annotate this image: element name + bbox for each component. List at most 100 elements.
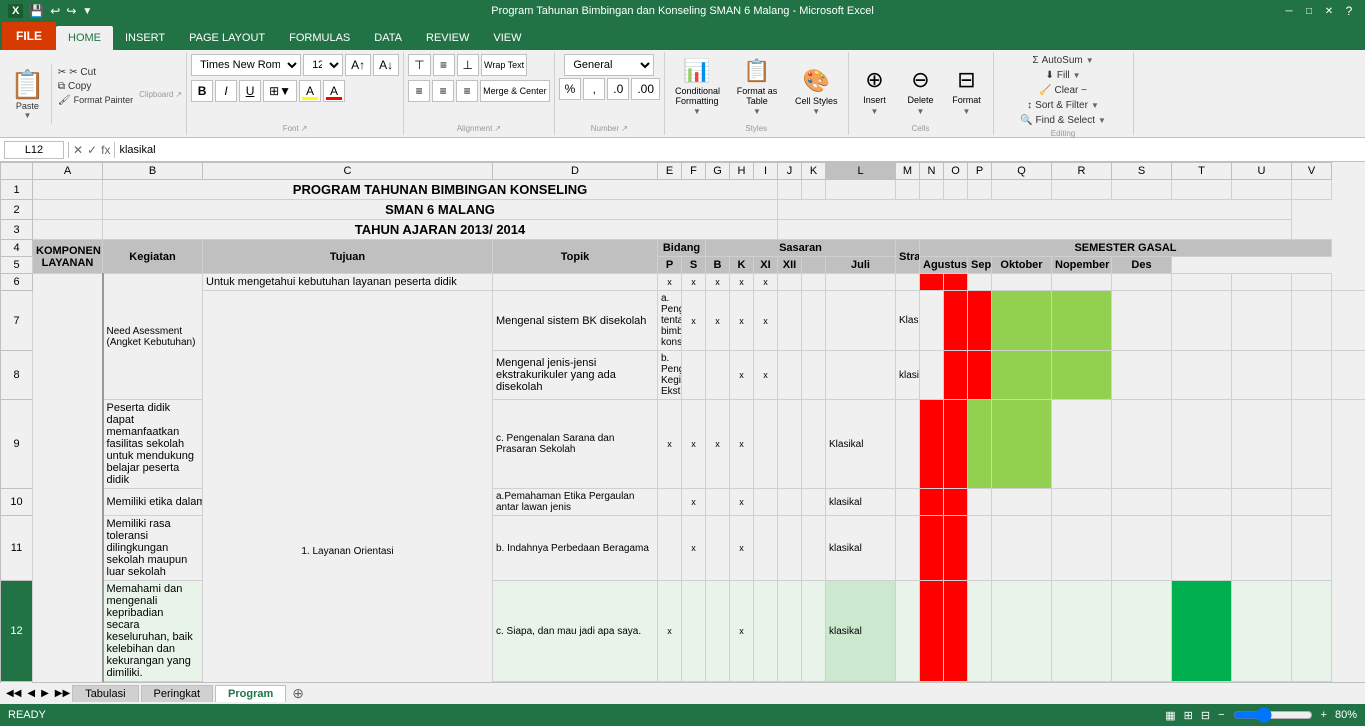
cell-R12[interactable] bbox=[1052, 581, 1112, 682]
merge-center-button[interactable]: Merge & Center bbox=[480, 80, 550, 102]
cell-V6[interactable] bbox=[1292, 274, 1332, 291]
cell-L7[interactable]: Klasikal bbox=[896, 291, 920, 351]
cell-C9[interactable]: Peserta didik dapat memanfaatkan fasilit… bbox=[103, 400, 203, 489]
col-V[interactable]: V bbox=[1292, 163, 1332, 180]
cell-B2[interactable]: SMAN 6 MALANG bbox=[103, 200, 778, 220]
italic-button[interactable]: I bbox=[215, 80, 237, 102]
row-header-10[interactable]: 10 bbox=[1, 489, 33, 516]
cell-B7-layanan[interactable]: 1. Layanan Orientasi bbox=[203, 291, 493, 687]
row-header-9[interactable]: 9 bbox=[1, 400, 33, 489]
cell-B3[interactable]: TAHUN AJARAN 2013/ 2014 bbox=[103, 220, 778, 240]
cell-K5[interactable] bbox=[802, 257, 826, 274]
cell-O1[interactable] bbox=[944, 180, 968, 200]
wrap-text-button[interactable]: Wrap Text bbox=[481, 54, 527, 76]
cell-M8[interactable] bbox=[920, 351, 944, 400]
cell-C11[interactable]: Memiliki rasa toleransi dilingkungan sek… bbox=[103, 516, 203, 581]
cell-B4[interactable]: Kegiatan bbox=[103, 240, 203, 274]
cell-O11[interactable] bbox=[944, 516, 968, 581]
cell-R9[interactable] bbox=[1052, 400, 1112, 489]
quick-access-save[interactable]: 💾 bbox=[29, 4, 44, 18]
grid-container[interactable]: A B C D E F G H I J K L M N O P Q R S T bbox=[0, 162, 1365, 686]
cell-G12[interactable] bbox=[706, 581, 730, 682]
cell-V12[interactable] bbox=[1292, 581, 1332, 682]
col-K[interactable]: K bbox=[802, 163, 826, 180]
cell-A6[interactable] bbox=[33, 274, 103, 687]
cell-H5[interactable]: K bbox=[730, 257, 754, 274]
page-break-view-icon[interactable]: ⊟ bbox=[1201, 709, 1210, 722]
cell-J7[interactable] bbox=[802, 291, 826, 351]
cell-K10[interactable] bbox=[802, 489, 826, 516]
cell-K12[interactable] bbox=[802, 581, 826, 682]
cell-N5[interactable]: Agustus bbox=[920, 257, 968, 274]
number-format-select[interactable]: General bbox=[564, 54, 654, 76]
view-tab[interactable]: VIEW bbox=[481, 26, 533, 50]
cell-P11[interactable] bbox=[968, 516, 992, 581]
align-middle-button[interactable]: ≡ bbox=[433, 54, 455, 76]
col-R[interactable]: R bbox=[1052, 163, 1112, 180]
cell-E12[interactable]: x bbox=[658, 581, 682, 682]
cell-H11[interactable]: x bbox=[730, 516, 754, 581]
cell-D12[interactable]: c. Siapa, dan mau jadi apa saya. bbox=[493, 581, 658, 682]
col-N[interactable]: N bbox=[920, 163, 944, 180]
cell-U12[interactable] bbox=[1232, 581, 1292, 682]
cell-S5[interactable]: Des bbox=[1112, 257, 1172, 274]
cell-S10[interactable] bbox=[1112, 489, 1172, 516]
cell-N6[interactable] bbox=[920, 274, 944, 291]
cell-Q12[interactable] bbox=[992, 581, 1052, 682]
cell-P10[interactable] bbox=[968, 489, 992, 516]
cell-T1[interactable] bbox=[1172, 180, 1232, 200]
col-Q[interactable]: Q bbox=[992, 163, 1052, 180]
font-expand[interactable]: ↗ bbox=[301, 124, 308, 133]
cell-V7[interactable] bbox=[1332, 291, 1365, 351]
cell-N1[interactable] bbox=[920, 180, 944, 200]
cell-V11[interactable] bbox=[1292, 516, 1332, 581]
find-select-button[interactable]: 🔍 Find & Select ▼ bbox=[1016, 114, 1110, 127]
cell-K11[interactable] bbox=[802, 516, 826, 581]
copy-button[interactable]: ⧉ Copy bbox=[54, 80, 137, 93]
border-button[interactable]: ⊞▼ bbox=[263, 80, 297, 102]
cell-N11[interactable] bbox=[920, 516, 944, 581]
cell-I11[interactable] bbox=[754, 516, 778, 581]
cell-U9[interactable] bbox=[1232, 400, 1292, 489]
cell-F9[interactable]: x bbox=[682, 400, 706, 489]
fill-color-button[interactable]: A bbox=[299, 80, 321, 102]
cell-V1[interactable] bbox=[1292, 180, 1332, 200]
sheet-nav-prev[interactable]: ◀ bbox=[25, 686, 37, 701]
sheet-nav-next[interactable]: ▶ bbox=[39, 686, 51, 701]
cell-O12[interactable] bbox=[944, 581, 968, 682]
cell-M4-semester[interactable]: SEMESTER GASAL bbox=[920, 240, 1332, 257]
col-C[interactable]: C bbox=[203, 163, 493, 180]
cell-S9[interactable] bbox=[1112, 400, 1172, 489]
cell-D10[interactable]: a.Pemahaman Etika Pergaulan antar lawan … bbox=[493, 489, 658, 516]
cell-O10[interactable] bbox=[944, 489, 968, 516]
cell-M6[interactable] bbox=[896, 274, 920, 291]
cell-U10[interactable] bbox=[1232, 489, 1292, 516]
cell-I6[interactable]: x bbox=[754, 274, 778, 291]
cell-R11[interactable] bbox=[1052, 516, 1112, 581]
cell-F12[interactable] bbox=[682, 581, 706, 682]
cell-I8[interactable] bbox=[778, 351, 802, 400]
file-tab[interactable]: FILE bbox=[2, 22, 56, 50]
underline-button[interactable]: U bbox=[239, 80, 261, 102]
cell-Q5[interactable]: Oktober bbox=[992, 257, 1052, 274]
cell-styles-dropdown[interactable]: ▼ bbox=[812, 107, 820, 116]
sheet-nav-right[interactable]: ▶▶ bbox=[53, 686, 72, 701]
align-top-button[interactable]: ⊤ bbox=[408, 54, 430, 76]
cell-L6[interactable] bbox=[826, 274, 896, 291]
cell-J12[interactable] bbox=[778, 581, 802, 682]
comma-button[interactable]: , bbox=[583, 78, 605, 100]
cell-M1[interactable] bbox=[896, 180, 920, 200]
row-header-4[interactable]: 4 bbox=[1, 240, 33, 257]
cell-I9[interactable] bbox=[754, 400, 778, 489]
align-bottom-button[interactable]: ⊥ bbox=[457, 54, 479, 76]
conditional-dropdown[interactable]: ▼ bbox=[693, 107, 701, 116]
review-tab[interactable]: REVIEW bbox=[414, 26, 481, 50]
help-btn[interactable]: ? bbox=[1341, 3, 1357, 19]
cell-Q1[interactable] bbox=[992, 180, 1052, 200]
data-tab[interactable]: DATA bbox=[362, 26, 414, 50]
cell-G6[interactable]: x bbox=[706, 274, 730, 291]
cell-L12[interactable]: klasikal bbox=[826, 581, 896, 682]
cell-D6[interactable] bbox=[493, 274, 658, 291]
cell-M12[interactable] bbox=[896, 581, 920, 682]
cell-P6[interactable] bbox=[968, 274, 992, 291]
